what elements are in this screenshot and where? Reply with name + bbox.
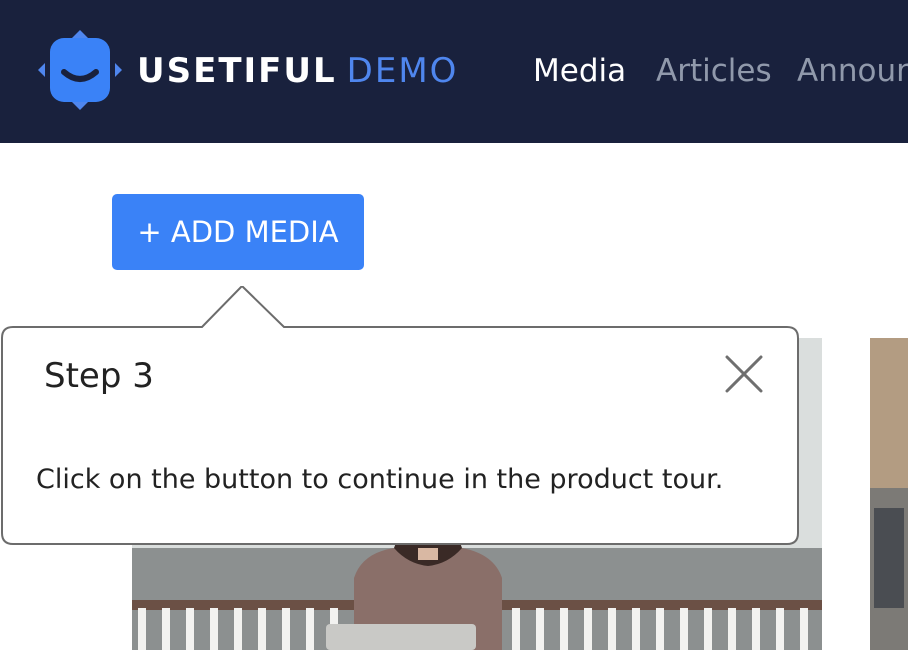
nav-item-announcements[interactable]: Announ	[797, 52, 908, 90]
popover-frame	[1, 286, 799, 545]
add-media-button[interactable]: + ADD MEDIA	[112, 194, 364, 270]
usetiful-logo-icon[interactable]	[38, 30, 122, 110]
brand-wordmark[interactable]: USETIFUL DEMO	[137, 52, 458, 90]
top-navigation-bar: USETIFUL DEMO Media Articles Announ	[0, 0, 908, 143]
nav-item-media[interactable]: Media	[533, 52, 626, 90]
nav-item-articles[interactable]: Articles	[656, 52, 772, 90]
brand-name: USETIFUL	[137, 51, 337, 91]
brand-suffix: DEMO	[346, 51, 459, 91]
tour-step-message: Click on the button to continue in the p…	[36, 464, 724, 495]
tour-step-title: Step 3	[44, 356, 154, 396]
close-icon[interactable]	[722, 352, 766, 396]
media-photo-desk	[870, 338, 908, 650]
media-card-image-2[interactable]	[870, 338, 908, 650]
